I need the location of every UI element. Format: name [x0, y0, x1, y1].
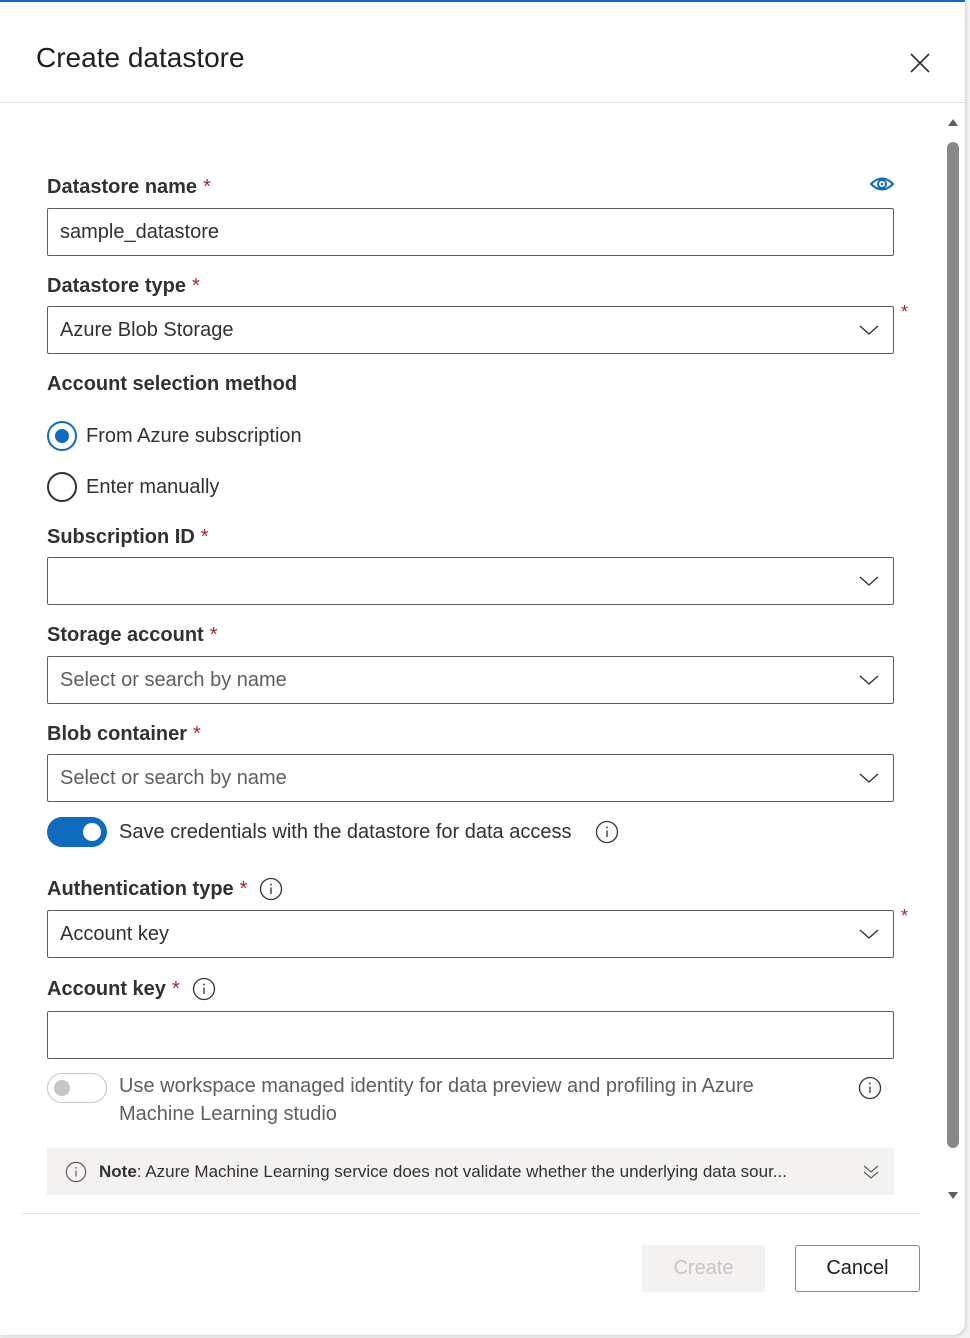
- info-icon[interactable]: [192, 977, 216, 1001]
- note-message-bar: Note: Azure Machine Learning service doe…: [47, 1148, 894, 1195]
- chevron-down-icon: [859, 929, 879, 939]
- scroll-down-arrow-icon[interactable]: [947, 1190, 959, 1202]
- account-key-input[interactable]: [47, 1011, 894, 1059]
- eye-icon[interactable]: [869, 175, 895, 193]
- managed-identity-row: Use workspace managed identity for data …: [47, 1073, 894, 1128]
- datastore-name-label: Datastore name *: [47, 176, 211, 198]
- radio-button-selected[interactable]: [47, 421, 77, 451]
- info-icon[interactable]: [259, 877, 283, 901]
- expand-chevron-double-down-icon[interactable]: [862, 1163, 880, 1181]
- storage-account-label: Storage account *: [47, 624, 218, 646]
- chevron-down-icon: [859, 576, 879, 586]
- blob-container-label: Blob container *: [47, 723, 201, 745]
- create-datastore-dialog: Create datastore Datastore name * sample_…: [0, 0, 965, 1335]
- datastore-type-label: Datastore type *: [47, 275, 200, 297]
- blob-container-dropdown[interactable]: Select or search by name: [47, 754, 894, 802]
- close-icon[interactable]: [905, 48, 935, 78]
- dialog-title: Create datastore: [36, 42, 245, 73]
- scroll-up-arrow-icon[interactable]: [947, 116, 959, 128]
- radio-button[interactable]: [47, 472, 77, 502]
- create-button[interactable]: Create: [642, 1245, 765, 1292]
- subscription-id-label: Subscription ID *: [47, 526, 209, 548]
- save-credentials-row: Save credentials with the datastore for …: [47, 817, 619, 847]
- datastore-type-dropdown[interactable]: Azure Blob Storage: [47, 306, 894, 354]
- radio-from-azure-subscription[interactable]: From Azure subscription: [47, 421, 302, 451]
- footer-divider: [22, 1213, 920, 1214]
- info-icon: [65, 1161, 87, 1182]
- authentication-type-dropdown[interactable]: Account key: [47, 910, 894, 958]
- note-text: Note: Azure Machine Learning service doe…: [99, 1161, 787, 1181]
- scrollbar[interactable]: [944, 114, 962, 1204]
- chevron-down-icon: [859, 773, 879, 783]
- info-icon[interactable]: [595, 820, 619, 844]
- subscription-id-dropdown[interactable]: [47, 557, 894, 605]
- account-selection-label: Account selection method: [47, 373, 298, 395]
- dialog-header: Create datastore: [0, 2, 965, 103]
- account-key-label: Account key *: [47, 977, 216, 1001]
- info-icon[interactable]: [858, 1076, 882, 1100]
- cancel-button[interactable]: Cancel: [795, 1245, 920, 1292]
- save-credentials-toggle[interactable]: [47, 817, 107, 847]
- scroll-thumb[interactable]: [947, 142, 959, 1148]
- authentication-type-label: Authentication type *: [47, 877, 283, 901]
- required-marker: *: [901, 906, 909, 926]
- chevron-down-icon: [859, 325, 879, 335]
- radio-enter-manually[interactable]: Enter manually: [47, 472, 219, 502]
- datastore-name-input[interactable]: sample_datastore: [47, 208, 894, 256]
- managed-identity-toggle[interactable]: [47, 1073, 107, 1103]
- required-marker: *: [901, 302, 909, 322]
- chevron-down-icon: [859, 675, 879, 685]
- storage-account-dropdown[interactable]: Select or search by name: [47, 656, 894, 704]
